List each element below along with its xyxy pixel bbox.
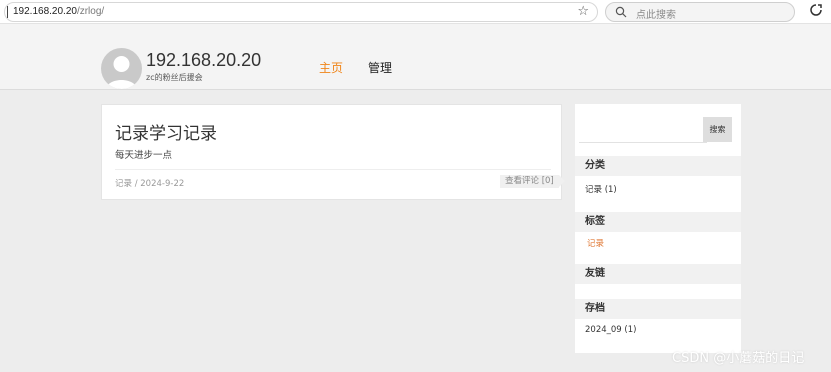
url-path: /zrlog/ bbox=[76, 6, 105, 17]
bookmark-star-icon[interactable]: ☆ bbox=[577, 4, 589, 20]
search-icon bbox=[615, 6, 627, 18]
avatar[interactable] bbox=[101, 48, 142, 89]
sidebar-heading-tags: 标签 bbox=[575, 212, 741, 232]
address-url[interactable]: 192.168.20.20/zrlog/ bbox=[13, 6, 104, 17]
watermark: CSDN @小蘑菇的日记 bbox=[672, 351, 805, 366]
post-divider bbox=[115, 169, 551, 170]
url-host: 192.168.20.20 bbox=[13, 6, 77, 17]
address-bar[interactable]: 192.168.20.20/zrlog/ ☆ bbox=[4, 2, 598, 22]
browser-toolbar: 192.168.20.20/zrlog/ ☆ 点此搜索 bbox=[0, 0, 831, 24]
sidebar: 搜索 分类 记录 (1) 标签 记录 友链 存档 2024_09 (1) bbox=[575, 104, 741, 353]
view-comments-link[interactable]: 查看评论 [0] bbox=[500, 175, 565, 188]
post-card: 记录学习记录 每天进步一点 记录 / 2024-9-22 查看评论 [0] bbox=[101, 104, 565, 200]
browser-search-input[interactable]: 点此搜索 bbox=[605, 2, 795, 22]
sidebar-search-button[interactable]: 搜索 bbox=[703, 117, 732, 142]
post-summary: 每天进步一点 bbox=[115, 150, 173, 161]
site-subtitle: zc的粉丝后援会 bbox=[146, 73, 203, 82]
sidebar-heading-links: 友链 bbox=[575, 264, 741, 284]
search-placeholder: 点此搜索 bbox=[636, 10, 676, 21]
tag-item[interactable]: 记录 bbox=[587, 237, 604, 249]
user-silhouette-icon bbox=[106, 56, 137, 89]
category-item[interactable]: 记录 (1) bbox=[585, 183, 617, 195]
text-caret bbox=[7, 6, 8, 18]
site-header: 192.168.20.20 zc的粉丝后援会 主页 管理 bbox=[0, 24, 831, 90]
nav-admin-link[interactable]: 管理 bbox=[368, 59, 392, 76]
sidebar-heading-archive: 存档 bbox=[575, 299, 741, 319]
nav-home-link[interactable]: 主页 bbox=[319, 59, 343, 76]
post-meta: 记录 / 2024-9-22 bbox=[115, 179, 185, 189]
sidebar-heading-category: 分类 bbox=[575, 156, 741, 176]
post-title[interactable]: 记录学习记录 bbox=[115, 119, 217, 144]
site-title[interactable]: 192.168.20.20 bbox=[146, 50, 261, 71]
archive-item[interactable]: 2024_09 (1) bbox=[585, 325, 636, 335]
extension-icon[interactable] bbox=[808, 3, 824, 19]
sidebar-search-input[interactable] bbox=[579, 142, 707, 143]
